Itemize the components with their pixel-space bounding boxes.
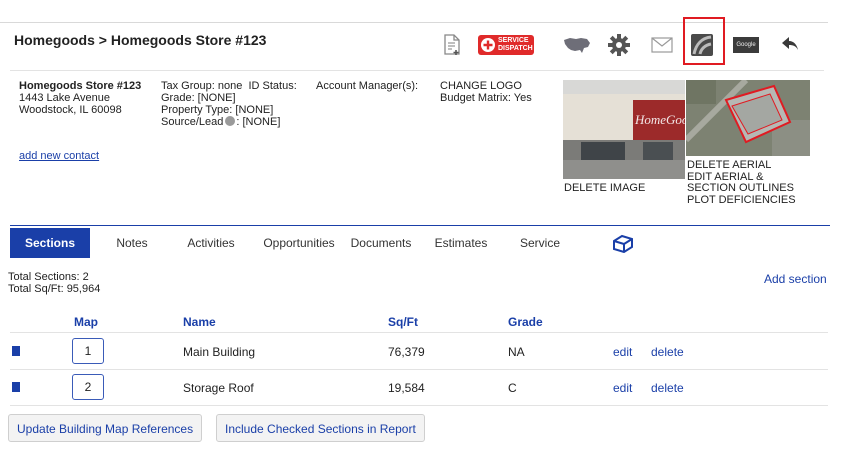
include-checked-sections-button[interactable]: Include Checked Sections in Report <box>216 414 425 442</box>
section-grade: C <box>508 381 517 395</box>
service-dispatch-icon[interactable]: SERVICE DISPATCH <box>478 30 534 60</box>
3d-view-icon[interactable] <box>608 228 638 258</box>
store-info: Homegoods Store #123 1443 Lake Avenue Wo… <box>19 80 141 116</box>
header-row-line <box>10 332 828 333</box>
source-lead-label: Source/Lead <box>161 116 224 128</box>
total-sections: Total Sections: 2 <box>8 271 89 283</box>
section-sqft: 76,379 <box>388 345 425 359</box>
back-arrow-icon[interactable] <box>776 30 804 60</box>
section-sqft: 19,584 <box>388 381 425 395</box>
delete-aerial-link[interactable]: DELETE AERIAL <box>687 159 796 172</box>
storefront-sign: HomeGoods <box>635 112 685 127</box>
column-header-sqft: Sq/Ft <box>388 315 418 329</box>
budget-matrix: Budget Matrix: Yes <box>440 92 532 104</box>
aerial-image[interactable] <box>686 80 810 156</box>
map-reference-input[interactable]: 2 <box>72 374 104 400</box>
sections-summary: Total Sections: 2 Total Sq/Ft: 95,964 <box>8 271 101 295</box>
source-lead-value: : [NONE] <box>236 116 281 128</box>
tab-estimates[interactable]: Estimates <box>426 228 496 258</box>
add-contact-wrap: add new contact <box>19 150 99 162</box>
change-logo-link[interactable]: CHANGE LOGO <box>440 80 532 92</box>
add-contact-link[interactable]: add new contact <box>19 150 99 162</box>
section-grade: NA <box>508 345 525 359</box>
store-name: Homegoods Store #123 <box>19 80 142 92</box>
table-row: 1 Main Building 76,379 NA edit delete <box>0 335 828 369</box>
row-checkbox[interactable] <box>12 346 20 356</box>
tab-notes[interactable]: Notes <box>102 228 162 258</box>
google-label: Google <box>733 37 759 53</box>
store-attributes: Tax Group: none ID Status: Grade: [NONE]… <box>161 80 297 128</box>
store-address1: 1443 Lake Avenue <box>19 92 110 104</box>
tab-sections[interactable]: Sections <box>10 228 90 258</box>
tab-opportunities[interactable]: Opportunities <box>254 228 344 258</box>
service-badge-line2: DISPATCH <box>498 44 533 52</box>
info-icon[interactable] <box>225 116 236 126</box>
account-info: CHANGE LOGO Budget Matrix: Yes <box>440 80 532 104</box>
plot-deficiencies-link[interactable]: PLOT DEFICIENCIES <box>687 194 796 207</box>
delete-image-link[interactable]: DELETE IMAGE <box>564 182 645 195</box>
edit-link[interactable]: edit <box>613 345 632 359</box>
delete-link[interactable]: delete <box>651 345 684 359</box>
grade: Grade: [NONE] <box>161 92 236 104</box>
id-status: ID Status: <box>248 80 297 92</box>
total-sqft: Total Sq/Ft: 95,964 <box>8 282 101 295</box>
column-header-map: Map <box>74 315 98 329</box>
property-type: Property Type: [NONE] <box>161 104 274 116</box>
edit-link[interactable]: edit <box>613 381 632 395</box>
storefront-image[interactable]: HomeGoods <box>563 80 685 179</box>
tab-activities[interactable]: Activities <box>176 228 246 258</box>
row-divider <box>10 405 828 406</box>
header-divider <box>10 70 824 71</box>
row-divider <box>10 369 828 370</box>
section-name: Storage Roof <box>183 381 254 395</box>
highlight-box <box>683 17 725 65</box>
tab-bar: Sections Notes Activities Opportunities … <box>10 228 830 258</box>
map-reference-input[interactable]: 1 <box>72 338 104 364</box>
section-name: Main Building <box>183 345 256 359</box>
column-header-name: Name <box>183 315 216 329</box>
tax-group: Tax Group: none <box>161 80 243 92</box>
column-header-grade: Grade <box>508 315 543 329</box>
google-icon[interactable]: Google <box>731 30 761 60</box>
account-manager: Account Manager(s): <box>316 80 419 92</box>
table-row: 2 Storage Roof 19,584 C edit delete <box>0 371 828 405</box>
edit-aerial-link-line2[interactable]: SECTION OUTLINES <box>687 182 796 195</box>
store-address2: Woodstock, IL 60098 <box>19 104 122 116</box>
service-badge-line1: SERVICE <box>498 37 529 44</box>
tabs-top-line <box>10 225 830 226</box>
gear-icon[interactable] <box>605 30 633 60</box>
delete-link[interactable]: delete <box>651 381 684 395</box>
page-title-breadcrumb: Homegoods > Homegoods Store #123 <box>14 32 267 48</box>
row-checkbox[interactable] <box>12 382 20 392</box>
mail-icon[interactable] <box>648 30 676 60</box>
usa-map-icon[interactable] <box>561 30 593 60</box>
tab-documents[interactable]: Documents <box>346 228 416 258</box>
update-map-references-button[interactable]: Update Building Map References <box>8 414 203 442</box>
document-add-icon[interactable] <box>438 30 466 60</box>
add-section-link[interactable]: Add section <box>764 272 827 286</box>
tab-service[interactable]: Service <box>510 228 570 258</box>
aerial-actions: DELETE AERIAL EDIT AERIAL & SECTION OUTL… <box>687 159 796 207</box>
